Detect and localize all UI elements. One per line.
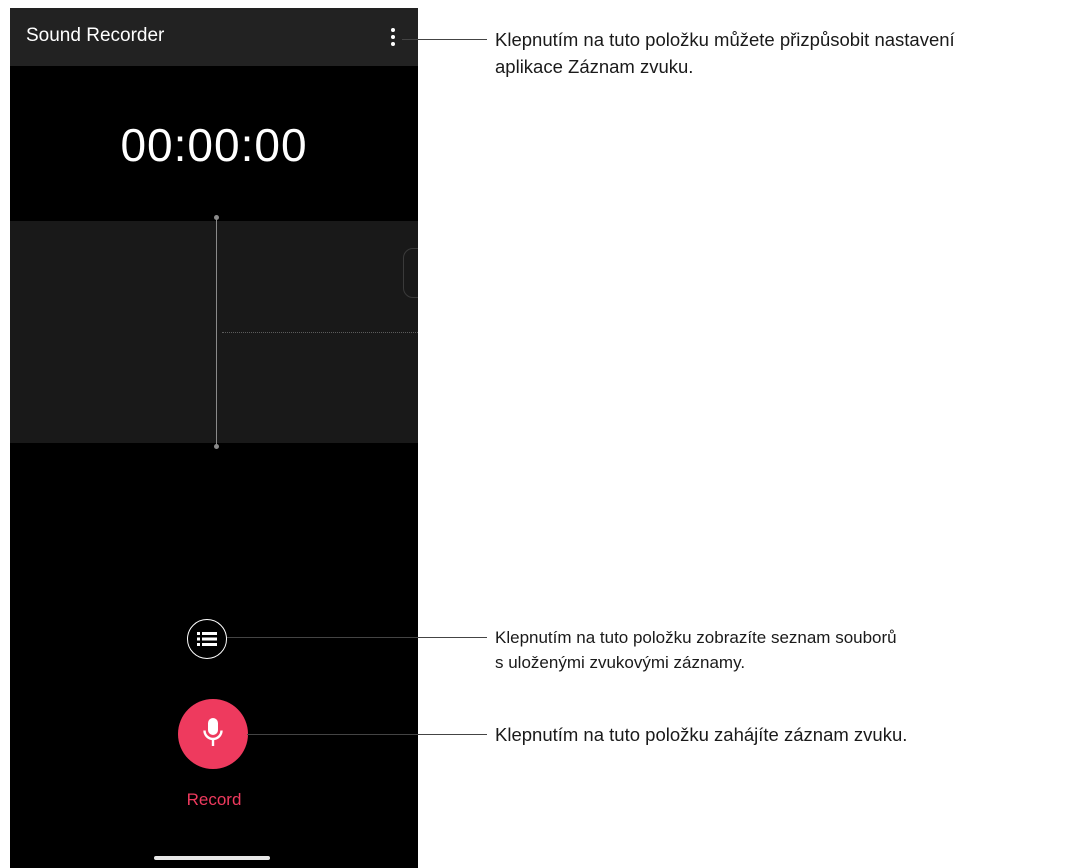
playhead-bottom-marker (214, 444, 219, 449)
playhead-line (216, 217, 217, 447)
record-label: Record (186, 790, 242, 809)
callout-list-line2: s uloženými zvukovými záznamy. (495, 653, 746, 672)
waveform-handle (403, 248, 418, 298)
waveform-area (10, 215, 418, 449)
home-indicator[interactable] (154, 856, 270, 860)
callout-record-line1: Klepnutím na tuto položku zahájíte zázna… (495, 724, 908, 745)
recording-timer: 00:00:00 (120, 119, 308, 171)
app-bar: Sound Recorder (10, 8, 418, 66)
callout-line-menu (402, 39, 487, 40)
callout-menu-line2: aplikace Záznam zvuku. (495, 56, 694, 77)
more-options-button[interactable] (380, 22, 406, 52)
playhead-top-marker (214, 215, 219, 220)
callout-line-record (247, 734, 487, 735)
microphone-icon (203, 718, 223, 746)
callout-list-line1: Klepnutím na tuto položku zobrazíte sezn… (495, 628, 897, 647)
app-title: Sound Recorder (26, 25, 165, 46)
phone-screen: Sound Recorder 00:00:00 Record (10, 8, 418, 868)
callout-record: Klepnutím na tuto položku zahájíte zázna… (495, 721, 907, 748)
callout-line-list (227, 637, 487, 638)
callout-list: Klepnutím na tuto položku zobrazíte sezn… (495, 625, 897, 675)
record-button[interactable] (178, 699, 248, 769)
recordings-list-button[interactable] (187, 619, 227, 659)
list-icon (197, 632, 217, 646)
callout-menu: Klepnutím na tuto položku můžete přizpůs… (495, 26, 955, 80)
waveform-baseline (222, 332, 418, 333)
callout-menu-line1: Klepnutím na tuto položku můžete přizpůs… (495, 29, 955, 50)
